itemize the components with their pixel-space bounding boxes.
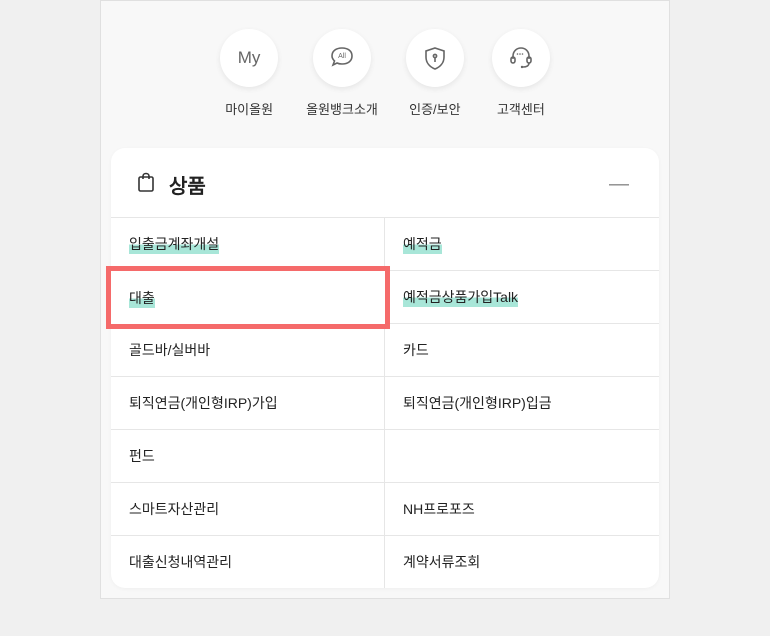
- product-label: 카드: [403, 340, 429, 360]
- product-label: 퇴직연금(개인형IRP)입금: [403, 393, 552, 413]
- product-cell[interactable]: 카드: [385, 324, 659, 377]
- product-cell[interactable]: 골드바/실버바: [111, 324, 385, 377]
- shield-icon: [406, 29, 464, 87]
- product-label: 입출금계좌개설: [129, 234, 219, 254]
- product-cell[interactable]: 펀드: [111, 430, 385, 483]
- quick-item-support[interactable]: 고객센터: [492, 29, 550, 118]
- product-label: 계약서류조회: [403, 552, 480, 572]
- quick-item-security[interactable]: 인증/보안: [406, 29, 464, 118]
- quick-label: 인증/보안: [409, 99, 460, 118]
- product-cell[interactable]: 퇴직연금(개인형IRP)가입: [111, 377, 385, 430]
- product-cell[interactable]: NH프로포즈: [385, 483, 659, 536]
- quick-label: 고객센터: [497, 99, 545, 118]
- card-header-left: 상품: [135, 170, 206, 199]
- quick-item-about[interactable]: All 올원뱅크소개: [306, 29, 378, 118]
- product-label: 예적금: [403, 234, 442, 254]
- all-icon: All: [313, 29, 371, 87]
- product-label: 대출신청내역관리: [129, 552, 232, 572]
- card-header: 상품 —: [111, 148, 659, 217]
- app-frame: My 마이올원 All 올원뱅크소개 인증/보안: [100, 0, 670, 599]
- product-label: NH프로포즈: [403, 499, 475, 519]
- product-label: 예적금상품가입Talk: [403, 287, 518, 307]
- product-cell[interactable]: 입출금계좌개설: [111, 218, 385, 271]
- product-label: 펀드: [129, 446, 155, 466]
- product-label: 퇴직연금(개인형IRP)가입: [129, 393, 278, 413]
- quick-label: 올원뱅크소개: [306, 99, 378, 118]
- product-cell[interactable]: 예적금상품가입Talk: [385, 271, 659, 324]
- products-grid: 입출금계좌개설 예적금대출 예적금상품가입Talk 골드바/실버바 카드퇴직연금(개인형…: [111, 217, 659, 588]
- product-cell[interactable]: 예적금: [385, 218, 659, 271]
- product-label: 스마트자산관리: [129, 499, 219, 519]
- product-label: 대출: [129, 288, 155, 308]
- my-icon: My: [220, 29, 278, 87]
- quick-menu: My 마이올원 All 올원뱅크소개 인증/보안: [101, 1, 669, 138]
- my-icon-text: My: [238, 48, 261, 68]
- collapse-icon[interactable]: —: [603, 173, 635, 196]
- product-cell[interactable]: 스마트자산관리: [111, 483, 385, 536]
- product-cell[interactable]: 계약서류조회: [385, 536, 659, 588]
- quick-item-my[interactable]: My 마이올원: [220, 29, 278, 118]
- product-cell[interactable]: 대출신청내역관리: [111, 536, 385, 588]
- headset-icon: [492, 29, 550, 87]
- product-cell[interactable]: 대출: [106, 266, 390, 329]
- bag-icon: [135, 171, 157, 198]
- card-title: 상품: [169, 170, 206, 199]
- product-cell: [385, 430, 659, 483]
- product-cell[interactable]: 퇴직연금(개인형IRP)입금: [385, 377, 659, 430]
- quick-label: 마이올원: [225, 99, 273, 118]
- products-card: 상품 — 입출금계좌개설 예적금대출 예적금상품가입Talk 골드바/실버바 카드퇴직연…: [111, 148, 659, 588]
- svg-text:All: All: [338, 53, 346, 60]
- product-label: 골드바/실버바: [129, 340, 210, 360]
